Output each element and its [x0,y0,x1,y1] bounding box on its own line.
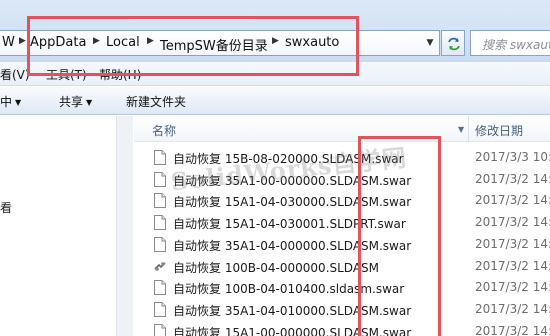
file-row[interactable]: 自动恢复 100B-04-000000.SLDASM 2017/3/2 14:2 [134,256,550,277]
file-icon [154,171,166,187]
file-icon [154,236,166,252]
file-date: 2017/3/2 14:2 [475,323,550,336]
navigation-scrollbar[interactable] [116,116,133,336]
file-date: 2017/3/2 14:2 [475,280,550,295]
organize-button[interactable]: 中 ▼ [0,93,21,110]
breadcrumb-user[interactable]: W [2,35,15,50]
file-icon [154,150,166,165]
column-header-row: 名称 ▼ 修改日期 [134,116,550,142]
file-date: 2017/3/2 14:2 [475,258,550,273]
file-icon [154,301,166,317]
file-icon [154,193,166,209]
annotation-box-address [27,16,359,76]
search-box[interactable]: 搜索 swxauto [470,30,550,56]
refresh-icon [448,37,460,51]
file-row[interactable]: 自动恢复 15A1-00-000000.SLDASM.swar 2017/3/2 … [134,321,550,336]
chevron-down-icon: ▼ [15,98,22,107]
column-header-name[interactable]: 名称 [152,122,176,139]
refresh-button[interactable] [441,30,465,56]
column-header-date[interactable]: 修改日期 [475,122,523,139]
file-date: 2017/3/2 14:2 [475,236,550,251]
file-name[interactable]: 自动恢复 100B-04-000000.SLDASM [173,259,379,276]
file-row[interactable]: 自动恢复 15B-08-020000.SLDASM.swar 2017/3/3 1… [134,147,550,168]
file-date: 2017/3/2 14:2 [475,171,550,186]
breadcrumb-separator-icon[interactable]: ▶ [19,36,26,46]
new-folder-button[interactable]: 新建文件夹 [126,93,186,110]
assembly-icon [154,259,166,274]
file-row[interactable]: 自动恢复 35A1-04-010000.SLDASM.swar 2017/3/2 … [134,299,550,320]
file-date: 2017/3/2 14:2 [475,215,550,230]
file-row[interactable]: 自动恢复 15A1-04-030001.SLDPRT.swar 2017/3/2 … [134,212,550,233]
address-dropdown-icon[interactable]: ▼ [423,34,437,52]
column-divider[interactable] [468,116,469,142]
sort-chevron-down-icon[interactable]: ▼ [458,125,464,134]
file-date: 2017/3/3 10:2 [475,150,550,164]
file-row[interactable]: 自动恢复 35A1-00-000000.SLDASM.swar 2017/3/2 … [134,169,550,190]
file-row[interactable]: 自动恢复 15A1-04-030000.SLDASM.swar 2017/3/2 … [134,190,550,211]
file-icon [154,215,166,231]
file-date: 2017/3/2 14:2 [475,193,550,208]
explorer-window: W ▶ AppData ▶ Local ▶ TempSW备份目录 ▶ swxau… [0,0,550,336]
menu-view[interactable]: 看(V) [0,66,30,83]
file-row[interactable]: 自动恢复 35A1-04-000000.SLDASM.swar 2017/3/2 … [134,234,550,255]
annotation-box-extension [358,136,441,336]
search-input-placeholder[interactable]: 搜索 swxauto [482,36,550,53]
share-button[interactable]: 共享 ▼ [59,93,92,110]
file-icon [154,323,166,336]
file-date: 2017/3/2 14:2 [475,301,550,316]
command-bar: 中 ▼ 共享 ▼ 新建文件夹 [0,87,550,115]
share-label: 共享 [59,95,84,109]
file-list[interactable]: 名称 ▼ 修改日期 自动恢复 15B-08-020000.SLDASM.swar… [134,116,550,336]
file-icon [154,280,166,296]
navigation-pane[interactable]: 看 [0,116,128,336]
organize-label: 中 [0,95,13,109]
chevron-down-icon: ▼ [86,98,93,107]
file-row[interactable]: 自动恢复 100B-04-010400.sldasm.swar 2017/3/2 … [134,277,550,298]
nav-item-fragment[interactable]: 看 [0,199,12,216]
